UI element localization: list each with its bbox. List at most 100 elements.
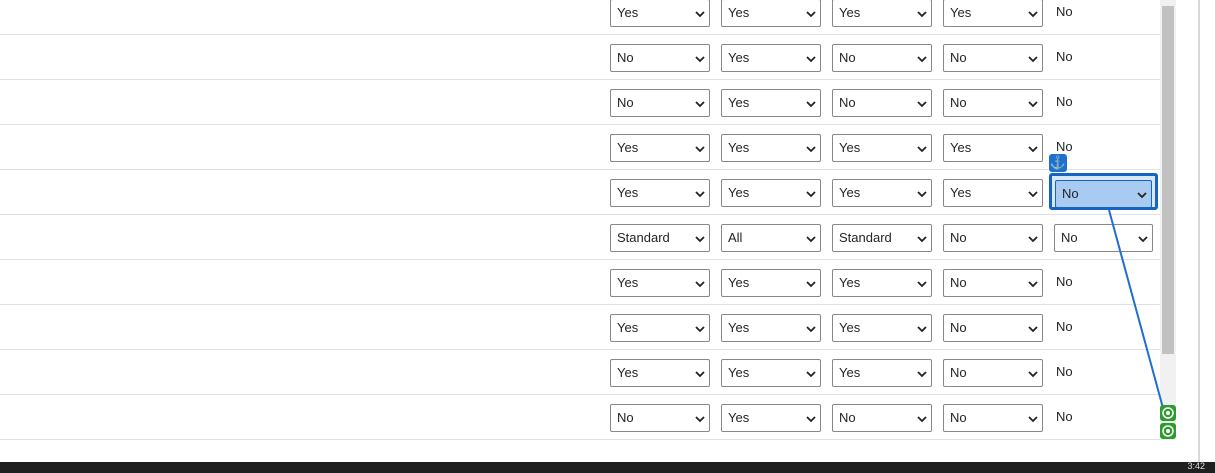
option-select-col-1[interactable]: Yes [610, 0, 710, 27]
chevron-down-icon [1028, 55, 1038, 63]
select-value: Yes [839, 365, 861, 380]
option-select-col-3[interactable]: Yes [832, 179, 932, 207]
select-value: Yes [839, 5, 861, 20]
chevron-down-icon [917, 145, 927, 153]
select-value: Yes [950, 5, 972, 20]
chevron-down-icon [917, 190, 927, 198]
select-value: Standard [839, 230, 892, 245]
select-value: No [617, 95, 634, 110]
option-select-col-4[interactable]: No [943, 314, 1043, 342]
chevron-down-icon [1028, 280, 1038, 288]
option-select-col-1[interactable]: Yes [610, 314, 710, 342]
table-row: No Yes No No No [0, 79, 1160, 124]
option-select-col-2[interactable]: Yes [721, 134, 821, 162]
chevron-down-icon [917, 325, 927, 333]
option-select-col-2[interactable]: Yes [721, 179, 821, 207]
static-value-col-5: No [1056, 94, 1073, 109]
select-value: Yes [839, 320, 861, 335]
chevron-down-icon [806, 100, 816, 108]
option-select-col-1[interactable]: Yes [610, 359, 710, 387]
option-select-col-3[interactable]: No [832, 404, 932, 432]
chevron-down-icon [695, 100, 705, 108]
chevron-down-icon [695, 415, 705, 423]
select-value: Yes [728, 140, 750, 155]
option-select-col-1[interactable]: No [610, 404, 710, 432]
select-value: No [617, 50, 634, 65]
option-select-col-2[interactable]: Yes [721, 44, 821, 72]
chevron-down-icon [806, 145, 816, 153]
chevron-down-icon [917, 55, 927, 63]
option-select-col-1[interactable]: No [610, 44, 710, 72]
select-value: Yes [617, 5, 639, 20]
chevron-down-icon [695, 190, 705, 198]
option-select-col-4[interactable]: Yes [943, 179, 1043, 207]
option-select-col-1[interactable]: Standard [610, 224, 710, 252]
select-value: No [839, 50, 856, 65]
option-select-col-2[interactable]: Yes [721, 269, 821, 297]
chevron-down-icon [917, 280, 927, 288]
option-select-col-3[interactable]: Yes [832, 269, 932, 297]
option-select-col-1[interactable]: Yes [610, 134, 710, 162]
option-select-col-3[interactable]: Yes [832, 359, 932, 387]
option-select-col-2[interactable]: Yes [721, 0, 821, 27]
chevron-down-icon [1137, 191, 1147, 199]
option-select-col-4[interactable]: No [943, 89, 1043, 117]
settings-target-icon[interactable] [1160, 423, 1176, 439]
select-value: Yes [728, 50, 750, 65]
select-value: No [950, 365, 967, 380]
select-value: Yes [728, 95, 750, 110]
chevron-down-icon [1138, 235, 1148, 243]
chevron-down-icon [1028, 235, 1038, 243]
option-select-col-1[interactable]: Yes [610, 269, 710, 297]
option-select-col-4[interactable]: No [943, 44, 1043, 72]
select-value: Standard [617, 230, 670, 245]
option-select-col-1[interactable]: Yes [610, 179, 710, 207]
static-value-col-5: No [1056, 364, 1073, 379]
option-select-col-2[interactable]: Yes [721, 404, 821, 432]
chevron-down-icon [806, 55, 816, 63]
select-value: Yes [617, 320, 639, 335]
option-select-col-3[interactable]: No [832, 44, 932, 72]
chevron-down-icon [917, 235, 927, 243]
table-bottom-border [0, 439, 1160, 440]
option-select-col-4[interactable]: Yes [943, 0, 1043, 27]
option-select-col-3[interactable]: Yes [832, 314, 932, 342]
highlighted-option-select[interactable]: No [1055, 180, 1152, 208]
target-icon[interactable] [1160, 405, 1176, 421]
option-select-col-3[interactable]: Yes [832, 134, 932, 162]
table-row: Yes Yes Yes Yes No [0, 0, 1160, 34]
option-select-col-4[interactable]: No [943, 359, 1043, 387]
option-select-col-4[interactable]: No [943, 404, 1043, 432]
option-select-col-2[interactable]: Yes [721, 314, 821, 342]
anchor-icon: ⚓ [1049, 154, 1067, 172]
chevron-down-icon [917, 415, 927, 423]
select-value: Yes [728, 5, 750, 20]
select-value: No [839, 95, 856, 110]
option-select-col-4[interactable]: Yes [943, 134, 1043, 162]
option-select-col-5[interactable]: No [1054, 224, 1153, 252]
scrollbar-thumb[interactable] [1162, 6, 1174, 354]
chevron-down-icon [917, 370, 927, 378]
option-select-col-4[interactable]: No [943, 269, 1043, 297]
table-row: No Yes No No No [0, 34, 1160, 79]
settings-table: Yes Yes Yes Yes No No Yes No No No No Yes No No No Yes Y… [0, 0, 1160, 440]
option-select-col-3[interactable]: Yes [832, 0, 932, 27]
chevron-down-icon [806, 370, 816, 378]
chevron-down-icon [1028, 190, 1038, 198]
select-value: No [950, 50, 967, 65]
option-select-col-2[interactable]: Yes [721, 359, 821, 387]
chevron-down-icon [695, 235, 705, 243]
table-row: No Yes No No No [0, 394, 1160, 439]
chevron-down-icon [1028, 10, 1038, 18]
option-select-col-1[interactable]: No [610, 89, 710, 117]
table-row: Yes Yes Yes No No [0, 259, 1160, 304]
highlighted-select-outline: No [1049, 173, 1158, 210]
chevron-down-icon [695, 10, 705, 18]
option-select-col-4[interactable]: No [943, 224, 1043, 252]
select-value: Yes [839, 275, 861, 290]
option-select-col-2[interactable]: All [721, 224, 821, 252]
option-select-col-3[interactable]: Standard [832, 224, 932, 252]
option-select-col-3[interactable]: No [832, 89, 932, 117]
chevron-down-icon [806, 280, 816, 288]
option-select-col-2[interactable]: Yes [721, 89, 821, 117]
